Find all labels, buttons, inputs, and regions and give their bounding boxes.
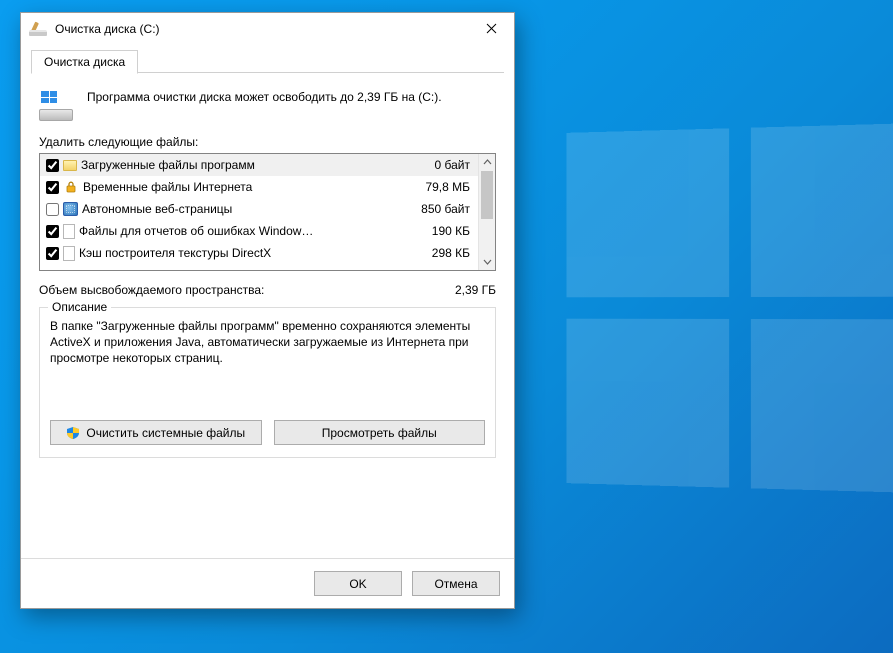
info-text: Программа очистки диска может освободить… (87, 89, 442, 105)
button-label: Отмена (434, 577, 477, 591)
list-item[interactable]: Файлы для отчетов об ошибках Window… 190 … (40, 220, 478, 242)
description-groupbox: Описание В папке "Загруженные файлы прог… (39, 307, 496, 458)
item-checkbox[interactable] (46, 203, 59, 216)
tab-label: Очистка диска (44, 55, 125, 69)
window-title: Очистка диска (C:) (55, 22, 470, 36)
item-size: 298 КБ (400, 246, 472, 260)
tab-content: Программа очистки диска может освободить… (21, 73, 514, 558)
ok-button[interactable]: OK (314, 571, 402, 596)
item-size: 850 байт (400, 202, 472, 216)
close-button[interactable] (470, 14, 512, 42)
list-item[interactable]: Загруженные файлы программ 0 байт (40, 154, 478, 176)
total-row: Объем высвобождаемого пространства: 2,39… (39, 283, 496, 297)
file-categories-list[interactable]: Загруженные файлы программ 0 байт Временны… (39, 153, 496, 271)
item-size: 79,8 МБ (400, 180, 472, 194)
list-item[interactable]: Временные файлы Интернета 79,8 МБ (40, 176, 478, 198)
item-checkbox[interactable] (46, 247, 59, 260)
titlebar[interactable]: Очистка диска (C:) (21, 13, 514, 45)
item-size: 190 КБ (400, 224, 472, 238)
total-value: 2,39 ГБ (455, 283, 496, 297)
globe-icon (63, 202, 78, 216)
view-files-button[interactable]: Просмотреть файлы (274, 420, 486, 445)
button-label: Просмотреть файлы (322, 426, 437, 440)
disk-cleanup-icon (29, 22, 47, 36)
item-name: Файлы для отчетов об ошибках Window… (79, 224, 396, 238)
scroll-up-button[interactable] (479, 154, 495, 171)
scroll-down-button[interactable] (479, 253, 495, 270)
shield-icon (66, 426, 80, 440)
scrollbar[interactable] (478, 154, 495, 270)
groupbox-legend: Описание (48, 300, 111, 314)
page-icon (63, 224, 75, 239)
drive-icon (39, 91, 73, 121)
lock-icon (63, 179, 79, 195)
item-name: Автономные веб-страницы (82, 202, 396, 216)
item-checkbox[interactable] (46, 225, 59, 238)
list-label: Удалить следующие файлы: (39, 135, 496, 149)
item-checkbox[interactable] (46, 181, 59, 194)
button-label: Очистить системные файлы (86, 426, 245, 440)
item-size: 0 байт (400, 158, 472, 172)
windows-logo-watermark (567, 123, 893, 493)
item-name: Кэш построителя текстуры DirectX (79, 246, 396, 260)
disk-cleanup-window: Очистка диска (C:) Очистка диска Програм… (20, 12, 515, 609)
item-name: Загруженные файлы программ (81, 158, 396, 172)
list-item[interactable]: Автономные веб-страницы 850 байт (40, 198, 478, 220)
button-label: OK (349, 577, 366, 591)
page-icon (63, 246, 75, 261)
description-text: В папке "Загруженные файлы программ" вре… (50, 318, 485, 402)
total-label: Объем высвобождаемого пространства: (39, 283, 455, 297)
scroll-thumb[interactable] (481, 171, 493, 219)
scroll-track[interactable] (479, 171, 495, 253)
clean-system-files-button[interactable]: Очистить системные файлы (50, 420, 262, 445)
tabstrip: Очистка диска (31, 47, 504, 73)
dialog-footer: OK Отмена (21, 558, 514, 608)
cancel-button[interactable]: Отмена (412, 571, 500, 596)
tab-disk-cleanup[interactable]: Очистка диска (31, 50, 138, 74)
item-name: Временные файлы Интернета (83, 180, 396, 194)
info-row: Программа очистки диска может освободить… (39, 89, 496, 121)
item-checkbox[interactable] (46, 159, 59, 172)
folder-icon (63, 160, 77, 171)
list-item[interactable]: Кэш построителя текстуры DirectX 298 КБ (40, 242, 478, 264)
